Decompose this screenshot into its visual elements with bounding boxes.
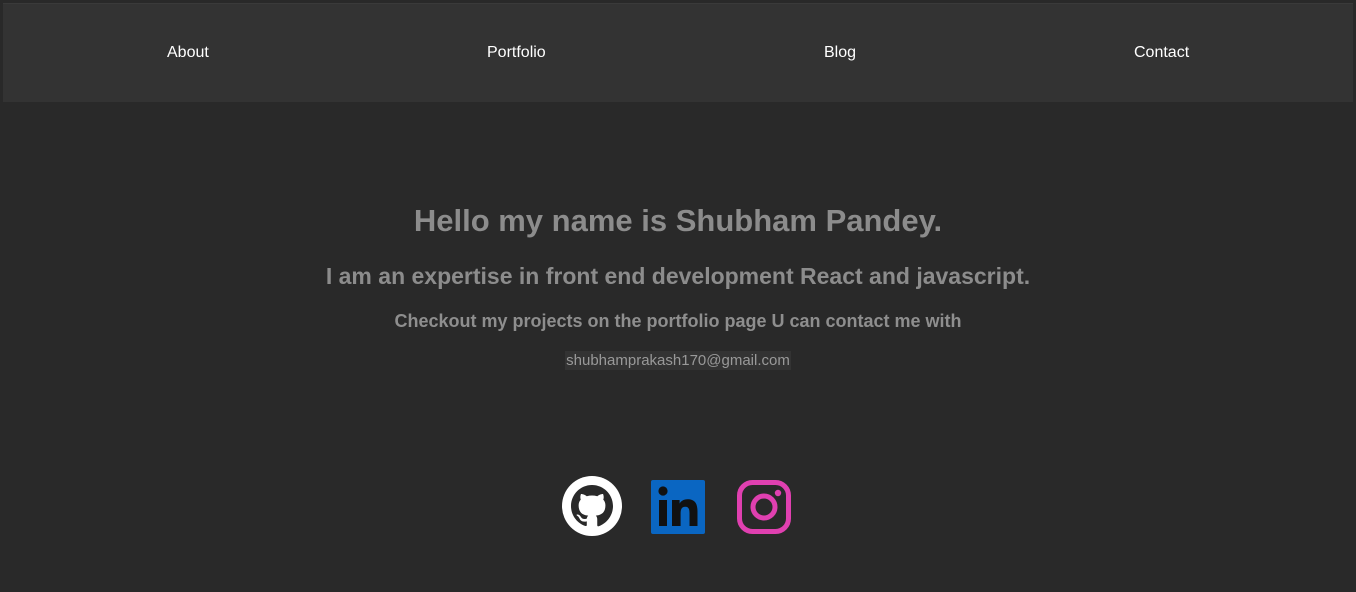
linkedin-icon [651,480,705,534]
linkedin-link[interactable] [650,479,706,539]
nav-link-contact[interactable]: Contact [1134,44,1189,62]
email-container: shubhamprakash170@gmail.com [0,351,1356,370]
intro-title: Hello my name is Shubham Pandey. [413,203,943,238]
nav-link-blog[interactable]: Blog [824,44,856,62]
navbar: About Portfolio Blog Contact [3,3,1353,102]
github-icon [562,476,622,536]
intro-text: Checkout my projects on the portfolio pa… [394,311,962,331]
github-link[interactable] [562,476,622,536]
email-link[interactable]: shubhamprakash170@gmail.com [565,351,791,370]
intro-subtitle: I am an expertise in front end developme… [325,263,1031,289]
nav-link-portfolio[interactable]: Portfolio [487,44,546,62]
page: About Portfolio Blog Contact Hello my na… [0,0,1356,592]
instagram-link[interactable] [736,479,792,539]
instagram-icon [737,480,791,534]
nav-link-about[interactable]: About [167,44,209,62]
